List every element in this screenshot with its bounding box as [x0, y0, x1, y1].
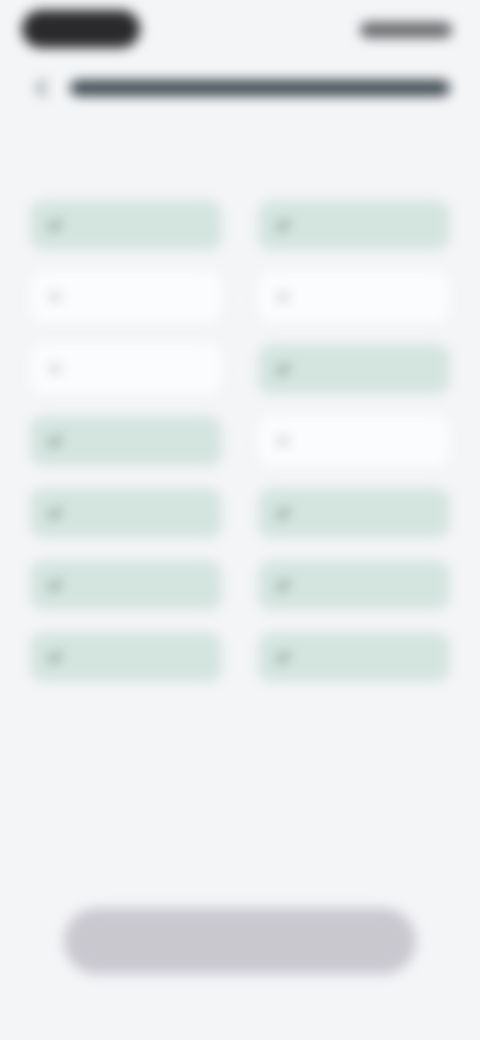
option-chip[interactable]: [30, 560, 222, 610]
option-chip[interactable]: [258, 416, 450, 466]
onboarding-progress-fill: [70, 80, 450, 96]
option-chip[interactable]: [30, 272, 222, 322]
option-chip[interactable]: [30, 488, 222, 538]
option-chip[interactable]: [258, 560, 450, 610]
option-chip-grid: [30, 200, 450, 682]
plus-icon: [274, 432, 292, 450]
plus-icon: [46, 360, 64, 378]
option-chip[interactable]: [258, 272, 450, 322]
top-navigation: [30, 68, 450, 108]
check-icon: [274, 504, 292, 522]
check-icon: [274, 576, 292, 594]
check-icon: [274, 216, 292, 234]
check-icon: [46, 216, 64, 234]
option-chip[interactable]: [30, 632, 222, 682]
status-time-pill: [22, 10, 140, 48]
option-chip[interactable]: [30, 200, 222, 250]
option-chip[interactable]: [30, 416, 222, 466]
option-chip[interactable]: [258, 632, 450, 682]
option-chip[interactable]: [258, 344, 450, 394]
onboarding-progress-bar: [70, 80, 450, 96]
back-arrow-icon[interactable]: [30, 76, 54, 100]
plus-icon: [46, 288, 64, 306]
option-chip[interactable]: [258, 488, 450, 538]
check-icon: [46, 648, 64, 666]
plus-icon: [274, 288, 292, 306]
check-icon: [274, 648, 292, 666]
check-icon: [46, 504, 64, 522]
check-icon: [46, 432, 64, 450]
check-icon: [46, 576, 64, 594]
screen-blurred: [0, 0, 480, 1040]
status-indicators: [360, 22, 452, 38]
continue-button[interactable]: [64, 908, 416, 974]
check-icon: [274, 360, 292, 378]
option-chip[interactable]: [30, 344, 222, 394]
option-chip[interactable]: [258, 200, 450, 250]
